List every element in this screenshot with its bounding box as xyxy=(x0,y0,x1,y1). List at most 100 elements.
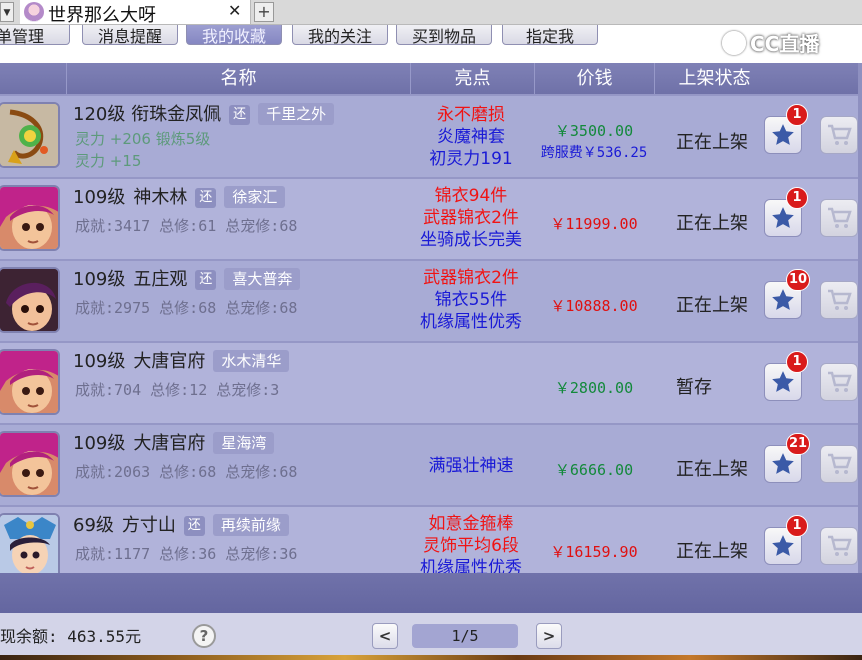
nav-item-messages[interactable]: 消息提醒 xyxy=(82,25,178,45)
table-row[interactable]: 109级 大唐官府 星海湾 成就:2063 总修:68 总宠修:68 满强壮神速 ￥… xyxy=(0,423,862,505)
character-stats: 成就:1177 总修:36 总宠修:36 xyxy=(75,545,298,563)
chevron-left-icon[interactable]: < xyxy=(372,623,398,649)
highlight-text: 机缘属性优秀 xyxy=(420,312,522,332)
character-school: 神木林 xyxy=(133,187,188,208)
table-row[interactable]: 109级 大唐官府 水木清华 成就:704 总修:12 总宠修:3 ￥2800.00… xyxy=(0,341,862,423)
highlight-text: 灵饰平均6段 xyxy=(423,536,519,556)
character-avatar xyxy=(0,513,60,573)
highlight-text: 永不磨损 xyxy=(437,105,505,125)
server-tag: 千里之外 xyxy=(258,103,335,125)
highlight-text: 锦衣94件 xyxy=(434,186,508,206)
cross-server-fee: 跨服费￥536.25 xyxy=(540,145,648,161)
footer-bar: 现余额: 463.55元 ? < 1/5 > xyxy=(0,613,862,655)
item-name: 109级 五庄观还喜大普奔 xyxy=(73,265,301,291)
star-icon xyxy=(772,535,794,556)
cc-live-logo: CC直播 xyxy=(722,28,819,58)
table-header: 名称 亮点 价钱 上架状态 xyxy=(0,63,862,94)
table-row[interactable]: 69级 方寸山还再续前缘 成就:1177 总修:36 总宠修:36 如意金箍棒 灵… xyxy=(0,505,862,573)
cart-button[interactable] xyxy=(820,527,858,565)
huan-badge: 还 xyxy=(195,188,217,208)
item-attr: 灵力 +206 锻炼5级 xyxy=(75,130,211,148)
scrollbar[interactable] xyxy=(858,63,862,573)
item-name: 120级 衔珠金凤佩还千里之外 xyxy=(73,100,335,126)
header-status: 上架状态 xyxy=(654,63,774,94)
character-stats: 成就:2975 总修:68 总宠修:68 xyxy=(75,299,298,317)
new-tab-button[interactable]: + xyxy=(254,2,274,22)
star-icon xyxy=(772,289,794,310)
top-nav: 菜单管理 消息提醒 我的收藏 我的关注 买到物品 指定我 xyxy=(0,25,720,47)
listing-status: 正在上架 xyxy=(676,132,748,153)
header-name: 名称 xyxy=(66,63,410,94)
star-icon xyxy=(772,124,794,145)
cc-logo-icon xyxy=(722,31,746,55)
browser-tab-bar: ▼ 世界那么大呀 ✕ + xyxy=(0,0,862,26)
item-avatar xyxy=(0,102,60,168)
active-tab[interactable]: 世界那么大呀 ✕ xyxy=(20,0,251,26)
server-tag: 徐家汇 xyxy=(224,186,286,208)
nav-item-following[interactable]: 我的关注 xyxy=(292,25,388,45)
huan-badge: 还 xyxy=(183,516,205,536)
list-bottom-band xyxy=(0,573,862,613)
cart-icon xyxy=(828,124,852,145)
close-icon[interactable]: ✕ xyxy=(228,1,241,20)
character-avatar xyxy=(0,431,60,497)
highlight-text: 如意金箍棒 xyxy=(428,514,514,534)
character-school: 大唐官府 xyxy=(133,433,206,454)
listing-status: 正在上架 xyxy=(676,295,748,316)
logo-text: CC直播 xyxy=(750,32,820,56)
header-price: 价钱 xyxy=(534,63,654,94)
nav-item-purchased[interactable]: 买到物品 xyxy=(396,25,492,45)
cart-button[interactable] xyxy=(820,116,858,154)
price: ￥6666.00 xyxy=(554,461,634,479)
listing-status: 正在上架 xyxy=(676,459,748,480)
nav-item-favorites[interactable]: 我的收藏 xyxy=(186,25,282,45)
price: ￥10888.00 xyxy=(550,297,638,315)
cart-button[interactable] xyxy=(820,363,858,401)
table-row[interactable]: 109级 五庄观还喜大普奔 成就:2975 总修:68 总宠修:68 武器锦衣2件… xyxy=(0,259,862,341)
favorite-count-badge: 21 xyxy=(786,433,811,455)
character-stats: 成就:3417 总修:61 总宠修:68 xyxy=(75,217,298,235)
header-highlight: 亮点 xyxy=(410,63,534,94)
server-tag: 再续前缘 xyxy=(212,514,289,536)
character-school: 五庄观 xyxy=(133,269,188,290)
avatar-icon xyxy=(24,2,44,22)
character-avatar xyxy=(0,267,60,333)
star-icon xyxy=(772,207,794,228)
cart-icon xyxy=(828,371,852,392)
table-row[interactable]: 109级 神木林还徐家汇 成就:3417 总修:61 总宠修:68 锦衣94件 武… xyxy=(0,177,862,259)
item-name: 69级 方寸山还再续前缘 xyxy=(73,511,289,537)
highlight-text: 炎魔神套 xyxy=(437,127,505,147)
cart-button[interactable] xyxy=(820,199,858,237)
nav-item-assigned-to-me[interactable]: 指定我 xyxy=(502,25,598,45)
character-level: 109级 xyxy=(73,433,126,454)
highlight-text: 武器锦衣2件 xyxy=(423,268,519,288)
cart-icon xyxy=(828,289,852,310)
cart-button[interactable] xyxy=(820,445,858,483)
character-school: 大唐官府 xyxy=(133,351,206,372)
cart-button[interactable] xyxy=(820,281,858,319)
cart-icon xyxy=(828,453,852,474)
character-level: 109级 xyxy=(73,187,126,208)
page-indicator: 1/5 xyxy=(412,624,518,648)
highlight-text: 机缘属性优秀 xyxy=(420,558,522,573)
item-title: 120级 衔珠金凤佩 xyxy=(73,104,222,125)
character-school: 方寸山 xyxy=(121,515,176,536)
huan-badge: 还 xyxy=(195,270,217,290)
highlight-text: 武器锦衣2件 xyxy=(423,208,519,228)
highlight-text: 初灵力191 xyxy=(429,149,513,169)
help-icon[interactable]: ? xyxy=(192,624,216,648)
price: ￥2800.00 xyxy=(554,379,634,397)
nav-item-menu-manage[interactable]: 菜单管理 xyxy=(0,25,70,45)
character-level: 109级 xyxy=(73,269,126,290)
item-name: 109级 大唐官府 星海湾 xyxy=(73,429,275,455)
chevron-right-icon[interactable]: > xyxy=(536,623,562,649)
tab-menu-button[interactable]: ▼ xyxy=(0,2,14,22)
cart-icon xyxy=(828,535,852,556)
star-icon xyxy=(772,453,794,474)
table-row[interactable]: 120级 衔珠金凤佩还千里之外 灵力 +206 锻炼5级 灵力 +15 永不磨损… xyxy=(0,94,862,177)
favorite-count-badge: 10 xyxy=(786,269,811,291)
highlight-text: 锦衣55件 xyxy=(434,290,508,310)
highlight-text: 坐骑成长完美 xyxy=(420,230,522,250)
listing-status: 正在上架 xyxy=(676,213,748,234)
character-avatar xyxy=(0,185,60,251)
